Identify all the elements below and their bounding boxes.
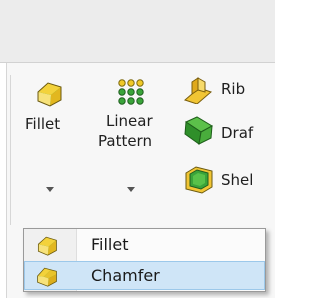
- ribbon-divider: [0, 62, 275, 63]
- menu-item-fillet[interactable]: Fillet: [25, 231, 264, 259]
- rib-label: Rib: [221, 80, 246, 98]
- chamfer-icon: [37, 267, 57, 287]
- fillet-icon: [37, 82, 62, 107]
- linear-pattern-label-line1: Linear: [106, 112, 153, 130]
- menu-item-chamfer-label: Chamfer: [91, 266, 160, 285]
- shell-icon: [185, 166, 213, 194]
- ribbon-left-edge: [0, 63, 7, 298]
- menu-item-chamfer[interactable]: Chamfer: [24, 261, 265, 290]
- rib-icon: [184, 77, 212, 104]
- linear-pattern-icon: [118, 79, 144, 105]
- linear-pattern-command[interactable]: Linear Pattern: [98, 78, 170, 218]
- shell-label: Shel: [221, 171, 254, 189]
- fillet-label: Fillet: [25, 115, 61, 133]
- ribbon-separator: [10, 75, 11, 225]
- linear-pattern-dropdown-arrow[interactable]: [127, 187, 135, 192]
- menu-item-fillet-label: Fillet: [91, 235, 129, 254]
- rib-command[interactable]: Rib: [183, 76, 275, 106]
- draft-label: Draf: [221, 124, 254, 142]
- draft-icon: [184, 116, 214, 145]
- fillet-icon: [37, 236, 57, 256]
- shell-command[interactable]: Shel: [183, 165, 275, 197]
- linear-pattern-label-line2: Pattern: [98, 132, 152, 150]
- fillet-dropdown-arrow[interactable]: [46, 187, 54, 192]
- title-bar-area: [0, 0, 275, 62]
- fillet-command[interactable]: Fillet: [20, 78, 82, 218]
- fillet-dropdown-menu: Fillet Chamfer: [23, 228, 266, 292]
- draft-command[interactable]: Draf: [183, 114, 275, 146]
